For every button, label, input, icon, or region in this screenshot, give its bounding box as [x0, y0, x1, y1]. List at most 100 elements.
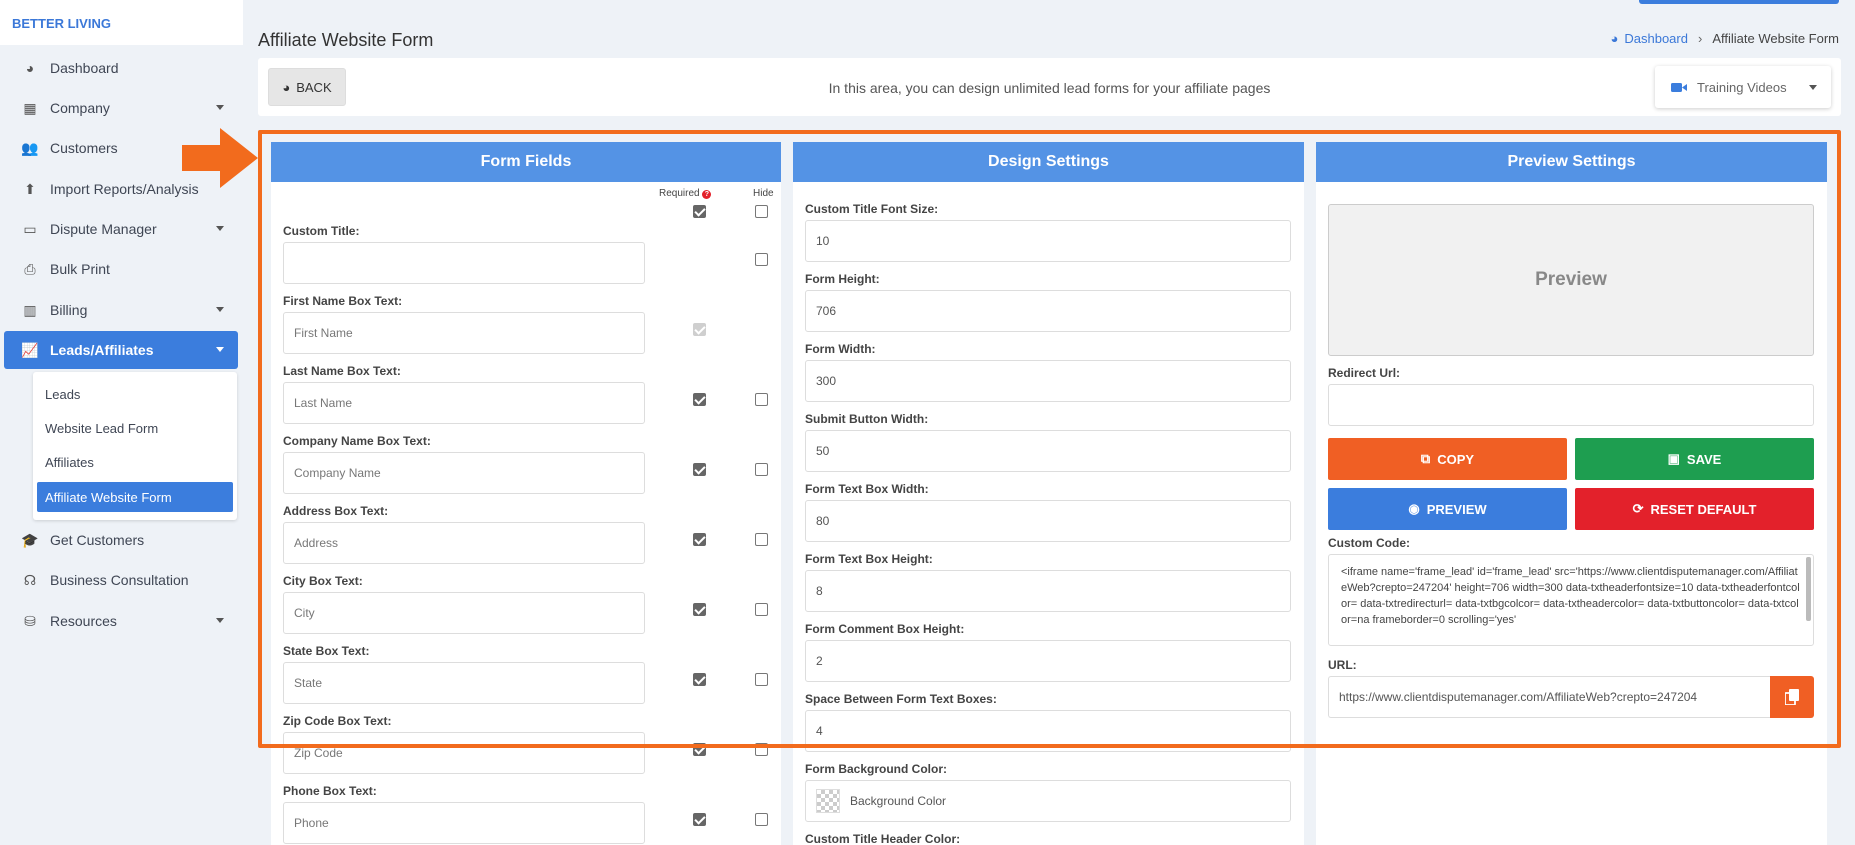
background-color-placeholder: Background Color — [850, 794, 947, 808]
form-width-label: Form Width: — [805, 342, 876, 356]
submenu-item-website-lead-form[interactable]: Website Lead Form — [37, 413, 233, 443]
preview-button-label: PREVIEW — [1426, 501, 1487, 517]
sidebar-item-bulk-print[interactable]: ⎙ Bulk Print — [4, 250, 238, 288]
preview-area: Preview — [1328, 204, 1814, 356]
text-box-width-input[interactable]: 80 — [805, 500, 1291, 542]
submenu-item-affiliate-website-form[interactable]: Affiliate Website Form — [37, 482, 233, 512]
space-between-boxes-input[interactable]: 4 — [805, 710, 1291, 752]
last-name-hide-checkbox[interactable] — [755, 393, 768, 406]
address-input[interactable] — [283, 522, 645, 564]
title-font-size-input[interactable]: 10 — [805, 220, 1291, 262]
custom-code-textarea[interactable]: <iframe name='frame_lead' id='frame_lead… — [1328, 554, 1814, 646]
arrow-right-icon — [182, 128, 258, 188]
form-width-input[interactable]: 300 — [805, 360, 1291, 402]
training-videos-dropdown[interactable]: Training Videos — [1655, 66, 1831, 108]
sidebar-item-label: Dispute Manager — [50, 221, 157, 237]
comment-box-height-label: Form Comment Box Height: — [805, 622, 965, 636]
sidebar-item-dispute-manager[interactable]: ▭ Dispute Manager — [4, 210, 238, 248]
code-scrollbar[interactable] — [1806, 557, 1811, 621]
custom-title-hide-checkbox[interactable] — [755, 205, 768, 218]
sidebar-item-business-consultation[interactable]: ☊ Business Consultation — [4, 561, 238, 599]
save-button-label: SAVE — [1686, 451, 1722, 467]
text-box-height-input[interactable]: 8 — [805, 570, 1291, 612]
training-videos-label: Training Videos — [1697, 79, 1787, 95]
zip-code-hide-checkbox[interactable] — [755, 743, 768, 756]
back-button[interactable]: ◕ BACK — [268, 68, 346, 106]
required-column-header: Required ? — [659, 188, 712, 199]
back-button-label: BACK — [296, 79, 332, 95]
custom-title-required-checkbox[interactable] — [693, 205, 706, 218]
last-name-required-checkbox[interactable] — [693, 393, 706, 406]
text-box-width-label: Form Text Box Width: — [805, 482, 929, 496]
comment-box-height-input[interactable]: 2 — [805, 640, 1291, 682]
eye-icon: ◉ — [1408, 501, 1420, 516]
redirect-url-input[interactable] — [1328, 384, 1814, 426]
breadcrumb-dashboard-link[interactable]: Dashboard — [1624, 31, 1688, 46]
custom-title-hide-checkbox-2[interactable] — [755, 253, 768, 266]
form-height-input[interactable]: 706 — [805, 290, 1291, 332]
sidebar-item-get-customers[interactable]: 🎓 Get Customers — [4, 521, 238, 559]
url-copy-button[interactable] — [1770, 676, 1814, 718]
city-hide-checkbox[interactable] — [755, 603, 768, 616]
phone-hide-checkbox[interactable] — [755, 813, 768, 826]
city-input[interactable] — [283, 592, 645, 634]
submenu-item-affiliates[interactable]: Affiliates — [37, 447, 233, 477]
last-name-input[interactable] — [283, 382, 645, 424]
preview-settings-panel: Preview Settings Preview Redirect Url: ⧉… — [1316, 142, 1827, 845]
company-name-input[interactable] — [283, 452, 645, 494]
city-required-checkbox[interactable] — [693, 603, 706, 616]
save-button[interactable]: ▣ SAVE — [1575, 438, 1814, 480]
sidebar-item-label: Customers — [50, 140, 118, 156]
url-input[interactable]: https://www.clientdisputemanager.com/Aff… — [1328, 676, 1770, 718]
brand-logo[interactable]: BETTER LIVING — [0, 0, 243, 45]
sidebar-item-billing[interactable]: ▥ Billing — [4, 291, 238, 329]
form-height-label: Form Height: — [805, 272, 880, 286]
phone-required-checkbox[interactable] — [693, 813, 706, 826]
zip-code-required-checkbox[interactable] — [693, 743, 706, 756]
required-label: Required — [659, 188, 700, 199]
space-between-boxes-label: Space Between Form Text Boxes: — [805, 692, 997, 706]
first-name-input[interactable] — [283, 312, 645, 354]
last-name-label: Last Name Box Text: — [283, 364, 401, 378]
zip-code-input[interactable] — [283, 732, 645, 774]
sidebar-item-resources[interactable]: ⛁ Resources — [4, 602, 238, 640]
page-title: Affiliate Website Form — [258, 30, 434, 50]
toolbar: In this area, you can design unlimited l… — [258, 58, 1841, 116]
phone-input[interactable] — [283, 802, 645, 844]
preview-button[interactable]: ◉ PREVIEW — [1328, 488, 1567, 530]
url-label: URL: — [1328, 658, 1357, 672]
sidebar-item-leads-affiliates[interactable]: 📈 Leads/Affiliates — [4, 331, 238, 369]
breadcrumb-current: Affiliate Website Form — [1712, 31, 1839, 46]
reset-default-button[interactable]: ⟳ RESET DEFAULT — [1575, 488, 1814, 530]
background-color-input[interactable]: Background Color — [805, 780, 1291, 822]
sidebar-item-label: Bulk Print — [50, 261, 110, 277]
dashboard-icon: ◕ — [1610, 31, 1619, 46]
submit-button-width-input[interactable]: 50 — [805, 430, 1291, 472]
custom-title-label: Custom Title: — [283, 224, 360, 238]
sidebar-item-dashboard[interactable]: ◕ Dashboard — [4, 49, 238, 87]
state-input[interactable] — [283, 662, 645, 704]
printer-icon: ⎙ — [24, 260, 36, 277]
refresh-icon: ⟳ — [1632, 501, 1644, 516]
first-name-required-checkbox — [693, 323, 706, 336]
copy-icon: ⧉ — [1420, 451, 1431, 466]
sidebar-item-company[interactable]: ▦ Company — [4, 89, 238, 127]
users-icon: 👥 — [21, 139, 39, 156]
state-hide-checkbox[interactable] — [755, 673, 768, 686]
address-hide-checkbox[interactable] — [755, 533, 768, 546]
copy-button[interactable]: ⧉ COPY — [1328, 438, 1567, 480]
top-accent-bar — [1639, 0, 1839, 4]
copy-icon — [1785, 689, 1799, 705]
transparent-swatch-icon — [816, 789, 840, 813]
address-required-checkbox[interactable] — [693, 533, 706, 546]
custom-title-input[interactable] — [283, 242, 645, 284]
chevron-down-icon — [216, 347, 224, 352]
breadcrumb: ◕ Dashboard › Affiliate Website Form — [1611, 31, 1840, 46]
copy-button-label: COPY — [1437, 451, 1475, 467]
sidebar-item-label: Company — [50, 100, 110, 116]
sidebar-item-label: Business Consultation — [50, 572, 189, 588]
company-name-required-checkbox[interactable] — [693, 463, 706, 476]
company-name-hide-checkbox[interactable] — [755, 463, 768, 476]
submenu-item-leads[interactable]: Leads — [37, 379, 233, 409]
state-required-checkbox[interactable] — [693, 673, 706, 686]
